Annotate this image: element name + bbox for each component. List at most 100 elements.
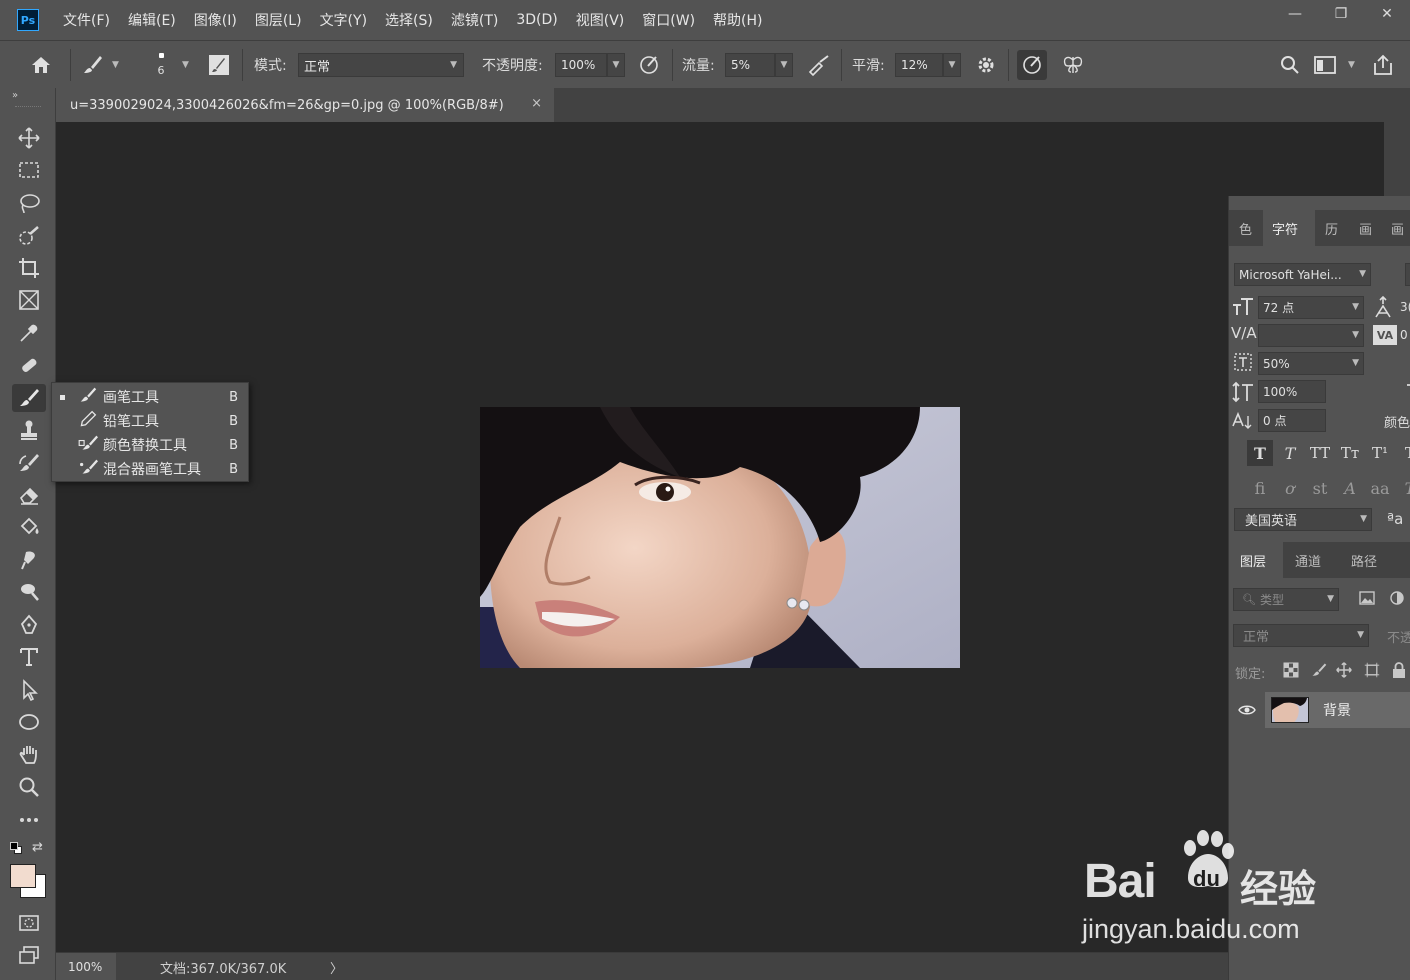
flyout-item-pencil[interactable]: 铅笔工具 B [52, 409, 248, 433]
lock-position-icon[interactable] [1332, 662, 1356, 682]
brush-preset-icon[interactable] [80, 41, 106, 89]
quick-selection-tool-icon[interactable] [12, 222, 46, 250]
share-icon[interactable] [1371, 41, 1395, 89]
mode-select[interactable]: 正常 ▼ [298, 53, 464, 77]
font-family-select[interactable]: Microsoft YaHei... ▼ [1234, 263, 1371, 286]
discretionary-ligature-icon[interactable]: st [1307, 475, 1333, 501]
filter-pixel-layer-icon[interactable] [1355, 590, 1379, 609]
menu-window[interactable]: 窗口(W) [642, 10, 695, 30]
document-image[interactable] [480, 407, 960, 668]
screen-mode-icon[interactable] [12, 941, 46, 969]
eraser-tool-icon[interactable] [12, 481, 46, 509]
tab-paths[interactable]: 路径 [1351, 542, 1391, 578]
tab-history[interactable]: 历 [1325, 210, 1351, 246]
symmetry-butterfly-icon[interactable] [1060, 41, 1086, 89]
leading-value[interactable]: 3( [1400, 300, 1410, 314]
type-tool-icon[interactable] [12, 643, 46, 671]
ellipse-tool-icon[interactable] [12, 708, 46, 736]
tab-brushes[interactable]: 画 [1359, 210, 1383, 246]
more-tools-icon[interactable] [12, 806, 46, 834]
flow-input[interactable]: 5% [725, 53, 775, 77]
menu-3d[interactable]: 3D(D) [516, 12, 557, 28]
healing-brush-tool-icon[interactable] [12, 351, 46, 379]
layer-name[interactable]: 背景 [1323, 700, 1351, 720]
crop-tool-icon[interactable] [12, 254, 46, 282]
tab-layers[interactable]: 图层 [1229, 542, 1283, 578]
eyedropper-tool-icon[interactable] [12, 319, 46, 347]
layer-row-background[interactable]: 背景 [1229, 692, 1410, 728]
lasso-tool-icon[interactable] [12, 189, 46, 217]
dodge-tool-icon[interactable] [12, 578, 46, 606]
frame-tool-icon[interactable] [12, 286, 46, 314]
small-caps-icon[interactable]: Tᴛ [1337, 440, 1363, 466]
smudge-tool-icon[interactable] [12, 546, 46, 574]
tsume-select[interactable]: 50% ▼ [1258, 352, 1364, 375]
zoom-tool-icon[interactable] [12, 773, 46, 801]
pen-tool-icon[interactable] [12, 611, 46, 639]
tab-brush-settings[interactable]: 画 [1391, 210, 1410, 246]
clone-stamp-tool-icon[interactable] [12, 416, 46, 444]
opacity-pressure-icon[interactable] [636, 41, 662, 89]
tab-character[interactable]: 字符 [1263, 210, 1315, 246]
font-style-select[interactable] [1405, 263, 1410, 286]
vertical-scale-input[interactable]: 100% [1258, 380, 1326, 403]
gear-icon[interactable] [974, 41, 998, 89]
swash-icon[interactable]: A [1337, 475, 1363, 501]
history-brush-tool-icon[interactable] [12, 449, 46, 477]
status-menu-arrow-icon[interactable]: 〉 [330, 958, 343, 977]
document-tab[interactable]: u=3390029024,3300426026&fm=26&gp=0.jpg @… [56, 88, 554, 122]
baseline-shift-input[interactable]: 0 点 [1258, 409, 1326, 432]
workspace-icon[interactable] [1313, 41, 1337, 89]
menu-select[interactable]: 选择(S) [385, 10, 433, 30]
search-icon[interactable] [1277, 41, 1303, 89]
tracking-value[interactable]: 0 [1400, 328, 1408, 342]
old-style-icon[interactable]: ơ [1277, 475, 1303, 501]
default-colors-icon[interactable] [10, 842, 24, 856]
opacity-input[interactable]: 100% [555, 53, 607, 77]
close-document-icon[interactable]: × [531, 96, 542, 111]
faux-bold-icon[interactable]: T [1247, 440, 1273, 466]
panel-grip[interactable] [15, 106, 41, 108]
panel-collapse-icon[interactable]: » [12, 90, 18, 101]
filter-adjustment-layer-icon[interactable] [1385, 590, 1409, 610]
hand-tool-icon[interactable] [12, 740, 46, 768]
menu-file[interactable]: 文件(F) [63, 10, 110, 30]
flyout-item-color-replacement[interactable]: 颜色替换工具 B [52, 433, 248, 457]
zoom-level-field[interactable]: 100% [56, 953, 116, 980]
flyout-item-mixer-brush[interactable]: 混合器画笔工具 B [52, 457, 248, 481]
all-caps-icon[interactable]: TT [1307, 440, 1333, 466]
menu-type[interactable]: 文字(Y) [320, 10, 367, 30]
canvas-scrollbar[interactable] [1384, 122, 1410, 196]
layer-filter-select[interactable]: 🔍︎ 类型 ▼ [1233, 588, 1339, 611]
brush-preset-dropdown-icon[interactable]: ▼ [112, 41, 119, 89]
superscript-icon[interactable]: T¹ [1367, 440, 1393, 466]
marquee-tool-icon[interactable] [12, 156, 46, 184]
move-tool-icon[interactable] [12, 124, 46, 152]
path-selection-tool-icon[interactable] [12, 676, 46, 704]
menu-edit[interactable]: 编辑(E) [128, 10, 176, 30]
faux-italic-icon[interactable]: T [1277, 440, 1303, 466]
home-icon[interactable] [28, 41, 54, 89]
menu-filter[interactable]: 滤镜(T) [451, 10, 498, 30]
lock-artboard-icon[interactable] [1360, 662, 1384, 682]
menu-image[interactable]: 图像(I) [194, 10, 237, 30]
lock-all-icon[interactable] [1387, 662, 1410, 682]
airbrush-icon[interactable] [806, 41, 832, 89]
stylistic-alternates-icon[interactable]: aa [1367, 475, 1393, 501]
close-button[interactable]: ✕ [1364, 0, 1410, 28]
titling-alternates-icon[interactable]: T [1397, 475, 1410, 501]
opacity-dropdown-icon[interactable]: ▼ [607, 53, 625, 77]
swap-colors-icon[interactable]: ⇄ [32, 840, 43, 855]
subscript-icon[interactable]: T [1397, 440, 1410, 466]
menu-help[interactable]: 帮助(H) [713, 10, 762, 30]
smoothing-input[interactable]: 12% [895, 53, 943, 77]
menu-view[interactable]: 视图(V) [576, 10, 625, 30]
workspace-dropdown-icon[interactable]: ▼ [1348, 41, 1355, 89]
kerning-select[interactable]: ▼ [1258, 324, 1364, 347]
paint-bucket-tool-icon[interactable] [12, 513, 46, 541]
tab-color[interactable]: 色 [1239, 210, 1263, 246]
brush-size-picker[interactable]: 6 [150, 41, 172, 89]
lock-image-pixels-icon[interactable] [1307, 662, 1331, 682]
blend-mode-select[interactable]: 正常 ▼ [1233, 624, 1369, 647]
flyout-item-brush[interactable]: 画笔工具 B [52, 385, 248, 409]
